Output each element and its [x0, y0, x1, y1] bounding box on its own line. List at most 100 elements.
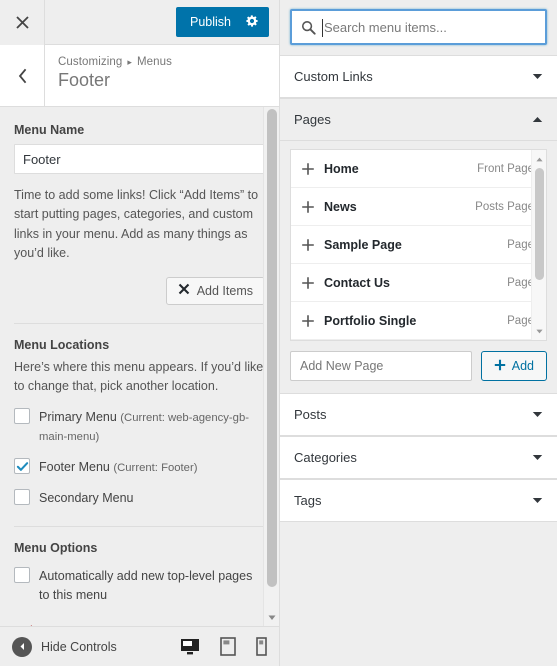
customizer-content: Menu Name Time to add some links! Click … — [0, 123, 279, 626]
location-secondary-menu[interactable]: Secondary Menu — [14, 488, 265, 508]
breadcrumb-parent[interactable]: Menus — [137, 56, 172, 68]
tablet-preview-icon[interactable] — [220, 637, 236, 656]
delete-menu-link[interactable]: Delete Menu — [14, 624, 85, 626]
publish-button[interactable]: Publish — [176, 7, 269, 37]
desktop-preview-icon[interactable] — [180, 638, 200, 656]
breadcrumb-root[interactable]: Customizing — [58, 56, 122, 68]
hide-controls-button[interactable]: Hide Controls — [12, 637, 117, 657]
checkbox-auto-add-pages[interactable] — [14, 567, 30, 583]
chevron-down-icon[interactable] — [532, 411, 543, 418]
mobile-preview-icon[interactable] — [256, 637, 267, 656]
add-page-label: Add — [512, 359, 534, 373]
page-title: Footer — [58, 70, 172, 91]
plus-icon[interactable] — [301, 238, 315, 252]
option-auto-add-pages[interactable]: Automatically add new top-level pages to… — [14, 566, 265, 605]
location-secondary-name: Secondary Menu — [39, 491, 134, 505]
pages-scroll-up-arrow[interactable] — [532, 151, 547, 167]
list-item[interactable]: Contact Us Page — [291, 264, 546, 302]
text-cursor — [322, 19, 323, 37]
available-items-empty-area — [280, 522, 557, 666]
customizer-scrollbar[interactable] — [263, 107, 279, 626]
section-titles: Customizing ▸ Menus Footer — [45, 45, 184, 106]
close-x-icon — [178, 283, 190, 298]
plus-icon[interactable] — [301, 200, 315, 214]
menu-help-text: Time to add some links! Click “Add Items… — [14, 186, 265, 264]
breadcrumb: Customizing ▸ Menus — [58, 56, 172, 68]
search-input[interactable] — [324, 20, 536, 35]
chevron-down-icon[interactable] — [532, 73, 543, 80]
list-item-title: Home — [324, 162, 359, 176]
add-items-label: Add Items — [197, 284, 253, 298]
plus-icon[interactable] — [301, 314, 315, 328]
scrollbar-down-arrow[interactable] — [264, 610, 279, 626]
section-categories[interactable]: Categories — [280, 436, 557, 479]
list-item[interactable]: News Posts Page — [291, 188, 546, 226]
available-items-panel: Custom Links Pages Home Front Page — [280, 0, 557, 666]
chevron-left-circle-icon — [12, 637, 32, 657]
section-tags[interactable]: Tags — [280, 479, 557, 522]
close-icon[interactable] — [0, 0, 45, 45]
publish-group: Publish — [176, 7, 269, 37]
publish-label: Publish — [190, 15, 231, 29]
list-item-type: Page — [507, 315, 534, 327]
section-custom-links-label: Custom Links — [294, 69, 373, 84]
section-pages[interactable]: Pages — [280, 98, 557, 141]
list-item[interactable]: Home Front Page — [291, 150, 546, 188]
customizer-panel: Publish Customizing ▸ Menus Footer — [0, 0, 280, 666]
device-preview-group — [180, 637, 267, 656]
scrollbar-thumb[interactable] — [267, 109, 277, 587]
search-wrap — [280, 0, 557, 55]
list-item-type: Page — [507, 277, 534, 289]
section-custom-links[interactable]: Custom Links — [280, 55, 557, 98]
search-field[interactable] — [290, 9, 547, 45]
add-page-button[interactable]: Add — [481, 351, 547, 381]
pages-list-scrollbar[interactable] — [531, 150, 546, 340]
section-posts-label: Posts — [294, 407, 327, 422]
list-item[interactable]: Portfolio Single Page — [291, 302, 546, 340]
list-item[interactable]: Sample Page Page — [291, 226, 546, 264]
auto-add-label: Automatically add new top-level pages to… — [39, 566, 265, 605]
checkbox-secondary-menu[interactable] — [14, 489, 30, 505]
hide-controls-label: Hide Controls — [41, 640, 117, 654]
checkbox-footer-menu[interactable] — [14, 458, 30, 474]
section-header: Customizing ▸ Menus Footer — [0, 45, 279, 107]
menu-name-input[interactable] — [14, 144, 265, 174]
chevron-down-icon[interactable] — [532, 454, 543, 461]
customizer-scroll-area: Menu Name Time to add some links! Click … — [0, 107, 279, 626]
pages-body: Home Front Page News Posts Page Sample P… — [280, 141, 557, 393]
menu-locations-description: Here’s where this menu appears. If you’d… — [14, 358, 265, 397]
location-footer-note: (Current: Footer) — [113, 462, 197, 474]
customizer-footer: Hide Controls — [0, 626, 279, 666]
list-item-title: Portfolio Single — [324, 314, 416, 328]
section-posts[interactable]: Posts — [280, 393, 557, 436]
breadcrumb-separator: ▸ — [127, 57, 132, 68]
list-item-title: News — [324, 200, 357, 214]
plus-icon[interactable] — [301, 276, 315, 290]
list-item-title: Contact Us — [324, 276, 390, 290]
list-item-title: Sample Page — [324, 238, 402, 252]
section-tags-label: Tags — [294, 493, 321, 508]
pages-scrollbar-thumb[interactable] — [535, 168, 544, 280]
add-items-button[interactable]: Add Items — [166, 277, 265, 305]
location-primary-label: Primary Menu (Current: web-agency-gb-mai… — [39, 407, 265, 446]
section-categories-label: Categories — [294, 450, 357, 465]
add-new-page-row: Add — [290, 341, 547, 393]
location-primary-menu[interactable]: Primary Menu (Current: web-agency-gb-mai… — [14, 407, 265, 446]
menu-locations-heading: Menu Locations — [14, 338, 265, 352]
list-item-type: Posts Page — [475, 201, 534, 213]
divider — [14, 323, 265, 324]
list-item-type: Page — [507, 239, 534, 251]
search-icon — [301, 20, 316, 35]
gear-icon[interactable] — [245, 14, 259, 31]
customizer-app: Publish Customizing ▸ Menus Footer — [0, 0, 557, 666]
checkbox-primary-menu[interactable] — [14, 408, 30, 424]
pages-scroll-down-arrow[interactable] — [532, 323, 547, 339]
chevron-up-icon[interactable] — [532, 116, 543, 123]
location-primary-name: Primary Menu — [39, 410, 117, 424]
plus-icon — [494, 359, 506, 374]
chevron-left-icon[interactable] — [0, 45, 45, 106]
plus-icon[interactable] — [301, 162, 315, 176]
location-footer-menu[interactable]: Footer Menu (Current: Footer) — [14, 457, 265, 477]
add-new-page-input[interactable] — [290, 351, 472, 381]
chevron-down-icon[interactable] — [532, 497, 543, 504]
